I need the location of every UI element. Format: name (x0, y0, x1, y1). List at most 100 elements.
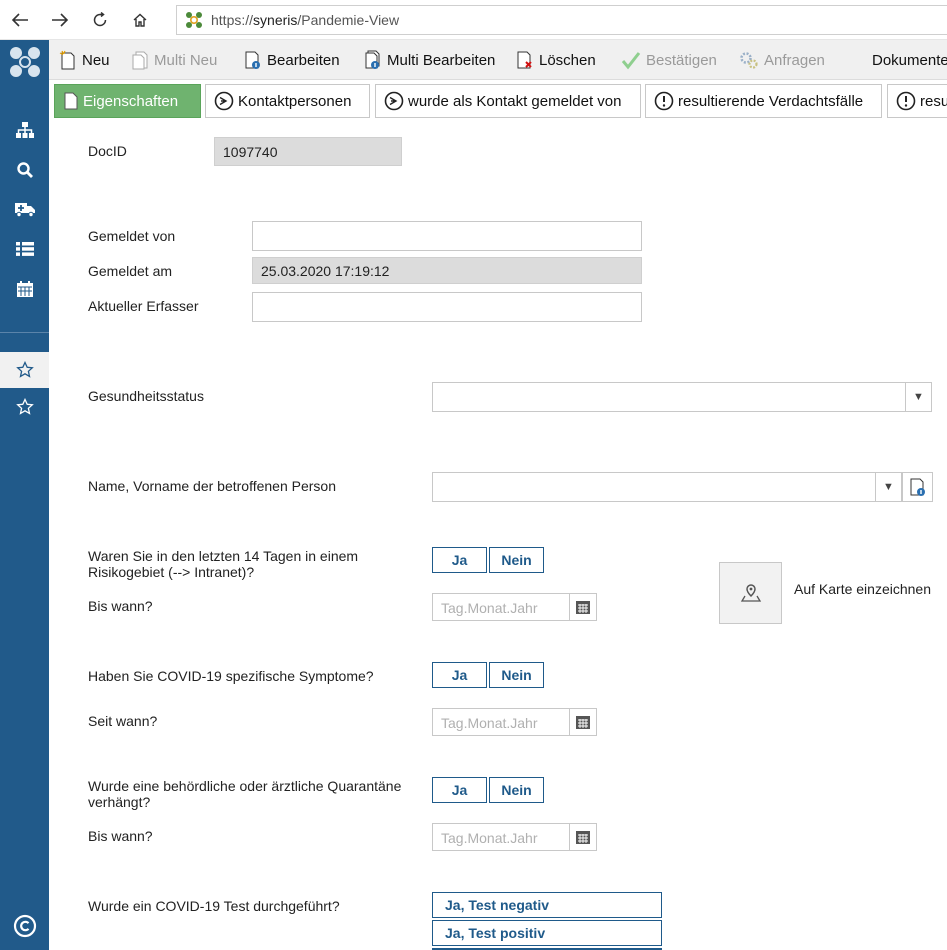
sidebar-item-copyright[interactable] (0, 908, 49, 944)
multi-new-document-icon (132, 51, 148, 70)
gemeldet-von-field[interactable] (252, 221, 642, 251)
delete-document-icon (517, 51, 532, 69)
calendar-icon (576, 601, 590, 614)
checkmark-icon (621, 52, 641, 70)
risikogebiet-label-line2: Risikogebiet (--> Intranet)? (88, 564, 255, 580)
person-select[interactable]: ▼ (432, 472, 902, 502)
calendar-picker-button[interactable] (569, 594, 596, 620)
bis-wann-label: Bis wann? (88, 598, 153, 614)
symptome-nein-button[interactable]: Nein (489, 662, 544, 688)
sidebar-item-favorite-1[interactable] (0, 352, 49, 388)
sidebar-item-list[interactable] (0, 231, 49, 267)
risikogebiet-ja-button[interactable]: Ja (432, 547, 487, 573)
tab-label: Kontaktpersonen (238, 92, 352, 110)
quarantaene-label-line1: Wurde eine behördliche oder ärztliche Qu… (88, 778, 402, 794)
reload-icon (93, 12, 107, 27)
quarantaene-label: Wurde eine behördliche oder ärztliche Qu… (88, 778, 401, 810)
left-sidebar (0, 40, 49, 950)
gemeldet-am-label: Gemeldet am (88, 263, 173, 279)
risikogebiet-label: Waren Sie in den letzten 14 Tagen in ein… (88, 548, 358, 580)
new-button[interactable]: Neu (59, 48, 110, 72)
exclamation-circle-icon (654, 91, 674, 111)
confirm-button[interactable]: Bestätigen (621, 48, 717, 72)
quarantaene-label-line2: verhängt? (88, 794, 151, 810)
forward-button[interactable] (46, 6, 74, 34)
risikogebiet-nein-button[interactable]: Nein (489, 547, 544, 573)
risikogebiet-label-line1: Waren Sie in den letzten 14 Tagen in ein… (88, 548, 359, 564)
star-outline-icon (15, 361, 34, 378)
sidebar-item-search[interactable] (0, 152, 49, 188)
docid-field: 1097740 (214, 137, 402, 166)
risikogebiet-date-input[interactable]: Tag.Monat.Jahr (432, 593, 597, 621)
tab-resu[interactable]: resu (887, 84, 947, 118)
url-path: /Pandemie-View (297, 12, 400, 28)
tab-label: wurde als Kontakt gemeldet von (408, 92, 622, 110)
documents-button-label: Dokumente (872, 51, 947, 69)
tab-bar: Eigenschaften Kontaktpersonen wurde als … (49, 80, 947, 122)
date-placeholder: Tag.Monat.Jahr (441, 830, 538, 846)
quarantaene-ja-button[interactable]: Ja (432, 777, 487, 803)
documents-button[interactable]: Dokumente (872, 48, 947, 72)
tab-kontaktpersonen[interactable]: Kontaktpersonen (205, 84, 370, 118)
tab-verdachtsfaelle[interactable]: resultierende Verdachtsfälle (645, 84, 882, 118)
tab-label: resu (920, 92, 947, 110)
sitemap-icon (15, 122, 34, 138)
new-document-icon (59, 50, 75, 70)
home-button[interactable] (126, 6, 154, 34)
erfasser-field[interactable] (252, 292, 642, 322)
map-pin-icon (740, 584, 761, 602)
tab-label: Eigenschaften (83, 92, 179, 110)
tab-eigenschaften[interactable]: Eigenschaften (54, 84, 201, 118)
calendar-picker-button[interactable] (569, 824, 596, 850)
dropdown-arrow-icon[interactable]: ▼ (905, 383, 931, 411)
multi-edit-button[interactable]: Multi Bearbeiten (364, 48, 495, 72)
browser-bar: https://syneris/Pandemie-View (0, 0, 947, 40)
symptome-ja-button[interactable]: Ja (432, 662, 487, 688)
tab-kontakt-gemeldet-von[interactable]: wurde als Kontakt gemeldet von (375, 84, 641, 118)
list-icon (15, 242, 34, 256)
app-logo[interactable] (0, 42, 49, 82)
circle-arrow-right-icon (214, 91, 234, 111)
url-scheme: https:// (211, 12, 254, 28)
calendar-picker-button[interactable] (569, 709, 596, 735)
test-negativ-button[interactable]: Ja, Test negativ (432, 892, 662, 918)
symptome-label: Haben Sie COVID-19 spezifische Symptome? (88, 668, 374, 684)
site-favicon-icon (186, 12, 202, 28)
quarantaene-date-input[interactable]: Tag.Monat.Jahr (432, 823, 597, 851)
sidebar-item-favorite-2[interactable] (0, 389, 49, 425)
edit-button[interactable]: Bearbeiten (244, 48, 340, 72)
erfasser-label: Aktueller Erfasser (88, 298, 199, 314)
quarantaene-nein-button[interactable]: Nein (489, 777, 544, 803)
multi-new-button[interactable]: Multi Neu (131, 48, 217, 72)
date-placeholder: Tag.Monat.Jahr (441, 600, 538, 616)
reload-button[interactable] (86, 6, 114, 34)
copyright-icon (13, 914, 36, 938)
forward-arrow-icon (52, 13, 69, 27)
multi-edit-document-icon (365, 50, 380, 69)
document-icon (64, 92, 78, 110)
test-positiv-button[interactable]: Ja, Test positiv (432, 920, 662, 946)
calendar-icon (16, 281, 33, 297)
symptome-date-input[interactable]: Tag.Monat.Jahr (432, 708, 597, 736)
delete-button-label: Löschen (539, 51, 596, 69)
gesundheitsstatus-select[interactable]: ▼ (432, 382, 932, 412)
back-button[interactable] (6, 6, 34, 34)
sidebar-item-calendar[interactable] (0, 271, 49, 307)
search-icon (16, 162, 33, 178)
address-bar[interactable]: https://syneris/Pandemie-View (176, 5, 947, 35)
new-button-label: Neu (82, 51, 110, 69)
date-placeholder: Tag.Monat.Jahr (441, 715, 538, 731)
delete-button[interactable]: Löschen (516, 48, 596, 72)
map-draw-button[interactable] (719, 562, 782, 624)
action-toolbar: Neu Multi Neu Bearbeiten Multi Bearbeite… (49, 40, 947, 80)
calendar-icon (576, 831, 590, 844)
test-label: Wurde ein COVID-19 Test durchgeführt? (88, 898, 340, 914)
person-info-button[interactable] (902, 472, 933, 502)
dropdown-arrow-icon[interactable]: ▼ (875, 473, 901, 501)
edit-button-label: Bearbeiten (267, 51, 340, 69)
request-button[interactable]: Anfragen (739, 48, 825, 72)
docid-label: DocID (88, 143, 127, 159)
sidebar-item-ambulance[interactable] (0, 191, 49, 227)
syneris-logo-icon (9, 47, 40, 77)
sidebar-item-hierarchy[interactable] (0, 112, 49, 148)
